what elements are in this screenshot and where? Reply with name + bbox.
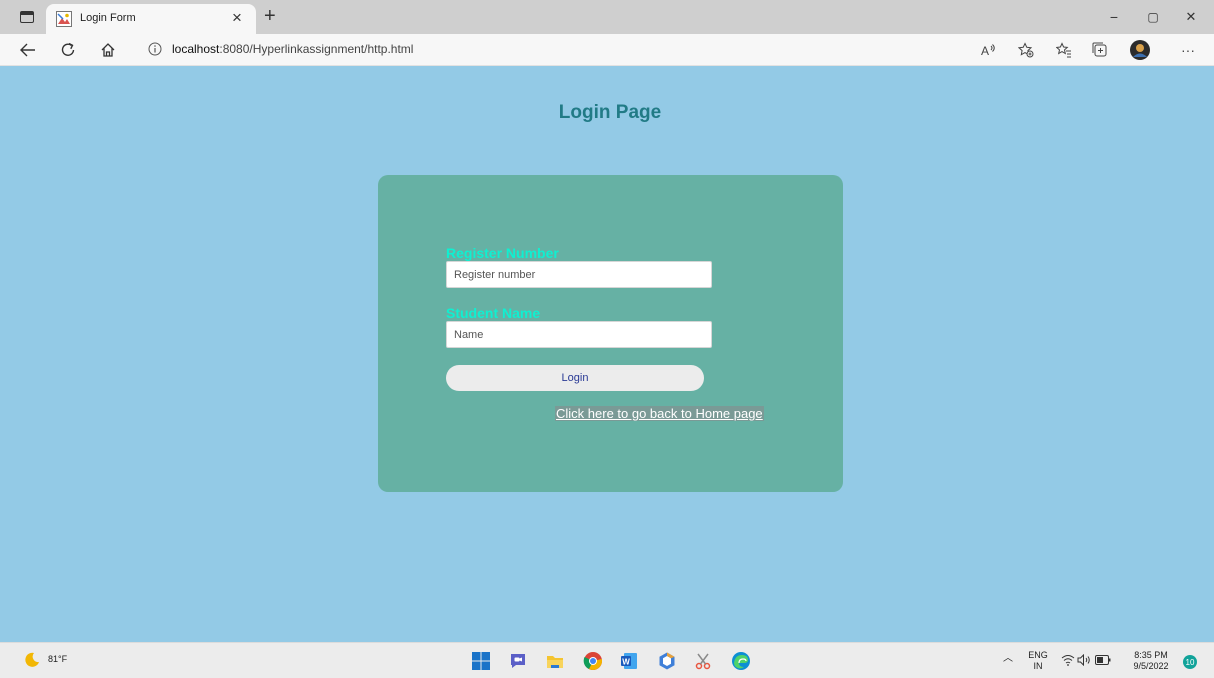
login-button[interactable]: Login	[446, 365, 704, 391]
collections-icon[interactable]	[1088, 38, 1112, 62]
url-path: :8080/Hyperlinkassignment/http.html	[219, 42, 414, 56]
add-favorite-icon[interactable]	[1014, 38, 1038, 62]
site-info-icon[interactable]	[148, 42, 162, 56]
home-icon[interactable]	[96, 38, 120, 62]
weather-temperature: 81°F	[48, 654, 68, 664]
word-icon[interactable]: W	[619, 651, 639, 671]
tab-title: Login Form	[80, 12, 136, 24]
tab-close-icon[interactable]: ×	[232, 7, 242, 29]
snipping-tool-icon[interactable]	[694, 651, 714, 671]
register-number-label: Register Number	[446, 245, 559, 261]
svg-text:A: A	[981, 44, 989, 57]
home-page-link[interactable]: Click here to go back to Home page	[555, 406, 764, 421]
address-bar[interactable]: localhost:8080/Hyperlinkassignment/http.…	[172, 42, 413, 56]
back-arrow-icon[interactable]	[16, 38, 40, 62]
wifi-icon[interactable]	[1061, 654, 1075, 669]
browser-tab-login-form[interactable]: Login Form ×	[46, 4, 256, 34]
volume-icon[interactable]	[1077, 653, 1091, 669]
tab-actions-icon[interactable]	[18, 8, 36, 26]
language-bottom: IN	[1033, 661, 1043, 671]
notification-badge[interactable]: 10	[1183, 655, 1197, 669]
page-title: Login Page	[558, 102, 662, 123]
login-card: Register Number Student Name Login Click…	[378, 175, 843, 492]
edge-icon[interactable]	[731, 651, 751, 671]
read-aloud-icon[interactable]: A	[976, 38, 1000, 62]
url-host: localhost	[172, 42, 220, 56]
language-indicator[interactable]: ENG IN	[1027, 650, 1049, 672]
chrome-icon[interactable]	[583, 651, 603, 671]
student-name-input[interactable]	[446, 321, 712, 348]
teams-chat-icon[interactable]	[508, 651, 528, 671]
browser-tab-strip: Login Form × + − ▢ ✕	[0, 0, 1214, 34]
more-menu-button[interactable]: ···	[1176, 38, 1200, 62]
register-number-input[interactable]	[446, 261, 712, 288]
profile-avatar-icon[interactable]	[1128, 38, 1152, 62]
language-top: ENG	[1028, 650, 1048, 660]
tray-chevron-icon[interactable]: ︿	[1003, 653, 1013, 664]
battery-icon[interactable]	[1095, 655, 1111, 668]
hexagon-app-icon[interactable]	[657, 651, 677, 671]
browser-toolbar: localhost:8080/Hyperlinkassignment/http.…	[0, 34, 1214, 66]
file-explorer-icon[interactable]	[545, 651, 565, 671]
new-tab-button[interactable]: +	[264, 2, 276, 30]
clock-time: 8:35 PM	[1134, 650, 1168, 660]
refresh-icon[interactable]	[56, 38, 80, 62]
svg-text:W: W	[622, 658, 630, 667]
window-close-button[interactable]: ✕	[1176, 5, 1206, 29]
clock-date: 9/5/2022	[1133, 661, 1169, 671]
student-name-label: Student Name	[446, 305, 541, 321]
window-minimize-button[interactable]: −	[1099, 5, 1129, 29]
window-restore-button[interactable]: ▢	[1138, 5, 1168, 29]
windows-taskbar: 81°F W ︿ ENG IN 8:35 PM 9/5/2022 10	[0, 642, 1214, 678]
clock[interactable]: 8:35 PM 9/5/2022	[1127, 650, 1175, 672]
favorites-icon[interactable]	[1052, 38, 1076, 62]
weather-moon-icon[interactable]	[24, 652, 40, 668]
tab-favicon-icon	[56, 11, 72, 27]
windows-start-icon[interactable]	[471, 651, 491, 671]
